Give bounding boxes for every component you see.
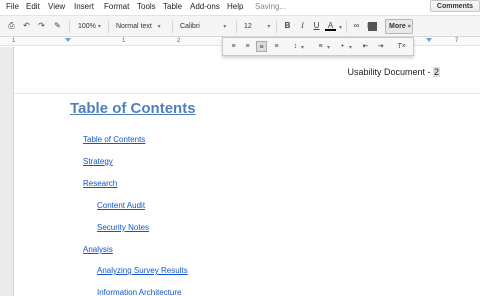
- align-justify-icon[interactable]: ≡: [271, 41, 282, 52]
- bulleted-list-icon[interactable]: •: [337, 41, 348, 52]
- text-color-button[interactable]: A: [325, 20, 336, 31]
- line-spacing-icon[interactable]: ↕: [290, 41, 301, 52]
- right-indent-marker[interactable]: [426, 38, 432, 42]
- align-left-icon[interactable]: ≡: [228, 41, 239, 52]
- ruler-tick: 1: [12, 38, 16, 44]
- toolbar-divider: [276, 20, 277, 33]
- toc-link[interactable]: Research: [83, 179, 117, 188]
- ruler-tick: 1: [122, 38, 126, 44]
- menu-addons[interactable]: Add-ons: [190, 2, 220, 11]
- font-size-value: 12: [244, 23, 252, 30]
- align-right-icon[interactable]: ≡: [256, 41, 267, 52]
- ruler-tick: 2: [177, 38, 181, 44]
- toc-link[interactable]: Content Audit: [97, 201, 145, 210]
- chevron-down-icon: ▾: [223, 24, 227, 30]
- toc-link[interactable]: Information Architecture: [97, 288, 181, 296]
- menu-tools[interactable]: Tools: [137, 2, 156, 11]
- numbered-list-icon[interactable]: ≡: [315, 41, 326, 52]
- decrease-indent-icon[interactable]: ⇤: [360, 41, 371, 52]
- menu-table[interactable]: Table: [163, 2, 182, 11]
- menu-format[interactable]: Format: [104, 2, 129, 11]
- toolbar-divider: [346, 20, 347, 33]
- chevron-down-icon: ▾: [349, 45, 353, 51]
- toolbar-divider: [172, 20, 173, 33]
- menu-file[interactable]: File: [6, 2, 19, 11]
- header-divider: [14, 93, 480, 94]
- chevron-down-icon: ▾: [301, 45, 305, 51]
- menu-bar: File Edit View Insert Format Tools Table…: [0, 0, 480, 14]
- document-page[interactable]: Usability Document - 2 Table of Contents…: [13, 47, 480, 296]
- page-header[interactable]: Usability Document - 2: [347, 67, 440, 77]
- toolbar-divider: [69, 20, 70, 33]
- increase-indent-icon[interactable]: ⇥: [375, 41, 386, 52]
- link-icon[interactable]: ∞: [351, 20, 362, 32]
- more-toolbar-popup: ≡ ≡ ≡ ≡ ↕ ▾ ≡ ▾ • ▾ ⇤ ⇥ T×: [222, 37, 414, 56]
- toc-link[interactable]: Analysis: [83, 245, 113, 254]
- header-page-number: 2: [432, 67, 440, 77]
- style-value: Normal text: [116, 23, 152, 30]
- menu-view[interactable]: View: [48, 2, 65, 11]
- ruler-tick: 7: [455, 38, 459, 44]
- bold-button[interactable]: B: [282, 20, 293, 32]
- italic-button[interactable]: I: [297, 20, 308, 32]
- save-status: Saving...: [255, 2, 287, 11]
- menu-insert[interactable]: Insert: [74, 2, 94, 11]
- comments-button[interactable]: Comments: [430, 0, 480, 12]
- underline-button[interactable]: U: [311, 20, 322, 32]
- font-select[interactable]: Calibri ▾: [180, 20, 226, 33]
- menu-help[interactable]: Help: [227, 2, 243, 11]
- toc-link[interactable]: Table of Contents: [83, 135, 145, 144]
- toc-heading: Table of Contents: [70, 100, 196, 117]
- more-button[interactable]: More ▾: [385, 19, 413, 34]
- undo-icon[interactable]: ↶: [21, 20, 32, 32]
- print-icon[interactable]: ⎙: [6, 20, 17, 32]
- header-text: Usability Document -: [347, 67, 433, 77]
- chevron-down-icon: ▾: [407, 24, 411, 30]
- image-icon[interactable]: [368, 22, 377, 31]
- zoom-select[interactable]: 100% ▾: [78, 20, 101, 33]
- menu-edit[interactable]: Edit: [26, 2, 40, 11]
- chevron-down-icon: ▾: [157, 24, 161, 30]
- toolbar: ⎙ ↶ ↷ ✎ 100% ▾ Normal text ▾ Calibri ▾ 1…: [0, 15, 480, 37]
- font-size-select[interactable]: 12 ▾: [244, 20, 270, 33]
- chevron-down-icon: ▾: [327, 45, 331, 51]
- toolbar-divider: [236, 20, 237, 33]
- font-value: Calibri: [180, 23, 200, 30]
- document-canvas: Usability Document - 2 Table of Contents…: [0, 47, 480, 296]
- chevron-down-icon: ▾: [339, 25, 343, 31]
- paint-format-icon[interactable]: ✎: [52, 20, 63, 32]
- toolbar-divider: [108, 20, 109, 33]
- zoom-value: 100%: [78, 23, 96, 30]
- clear-formatting-icon[interactable]: T×: [396, 41, 407, 52]
- toc-link[interactable]: Security Notes: [97, 223, 149, 232]
- chevron-down-icon: ▾: [267, 24, 271, 30]
- align-center-icon[interactable]: ≡: [242, 41, 253, 52]
- toc-link[interactable]: Strategy: [83, 157, 113, 166]
- style-select[interactable]: Normal text ▾: [116, 20, 161, 33]
- redo-icon[interactable]: ↷: [36, 20, 47, 32]
- chevron-down-icon: ▾: [97, 24, 101, 30]
- left-indent-marker[interactable]: [65, 38, 71, 42]
- toc-link[interactable]: Analyzing Survey Results: [97, 266, 188, 275]
- more-label: More: [389, 23, 406, 30]
